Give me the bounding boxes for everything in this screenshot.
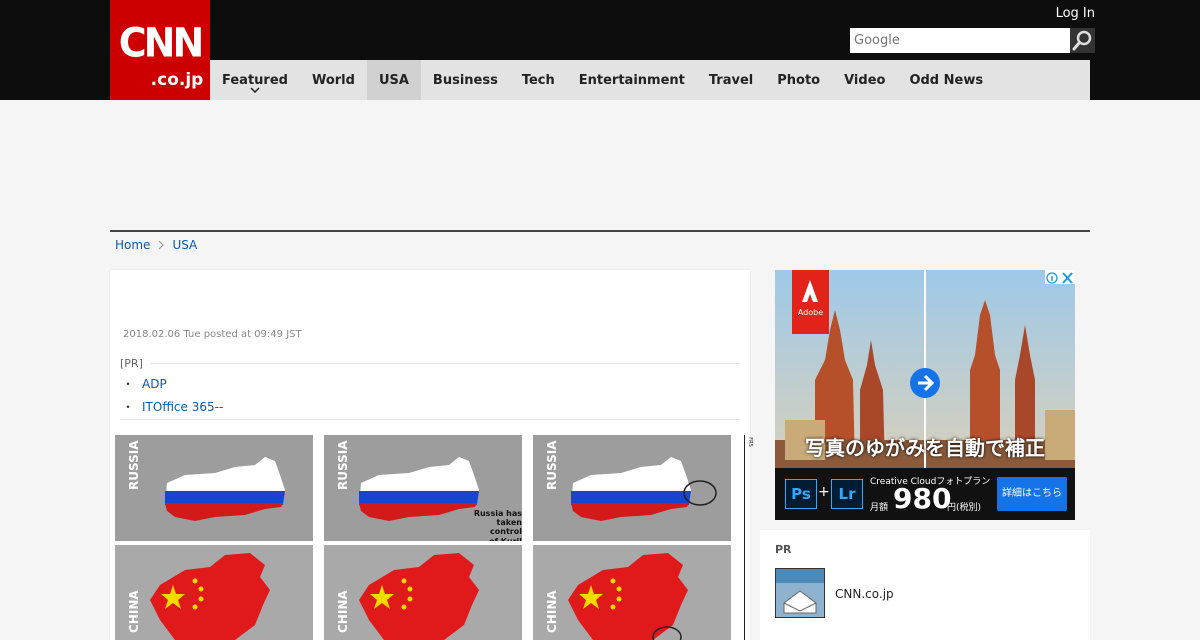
image-tile: CHINA	[115, 545, 313, 640]
adobe-icon	[802, 280, 818, 302]
image-tile: CHINA	[324, 545, 522, 640]
image-caption: Russia hastaken controlof Kuril Islands	[473, 509, 522, 541]
pr-box-heading: PR	[775, 543, 792, 556]
china-flag-map	[115, 545, 313, 640]
post-date: 2018.02.06 Tue posted at 09:49 JST	[123, 329, 302, 340]
breadcrumb-home[interactable]: Home	[115, 238, 150, 252]
pr-link-label: ADP	[142, 377, 167, 391]
ad-headline: 写真のゆがみを自動で補正	[805, 436, 1045, 460]
pr-link-office[interactable]: ・ ITOffice 365--	[122, 398, 223, 415]
tile-label: CHINA	[127, 590, 141, 633]
tile-label: CHINA	[336, 590, 350, 633]
image-tile: RUSSIA	[115, 435, 313, 541]
image-tile: RUSSIA	[533, 435, 731, 541]
china-flag-map	[324, 545, 522, 640]
nav-photo[interactable]: Photo	[765, 60, 832, 100]
top-ad-space	[110, 100, 1090, 230]
main-nav: Featured World USA Business Tech Enterta…	[210, 60, 1090, 100]
image-tile: RUSSIA Russia hastaken controlof Kuril I…	[324, 435, 522, 541]
pr-link-adp[interactable]: ・ ADP	[122, 375, 167, 392]
nav-world[interactable]: World	[300, 60, 367, 100]
article-card: 2018.02.06 Tue posted at 09:49 JST [PR] …	[110, 270, 753, 640]
image-credit-strip: FRS	[744, 435, 753, 640]
nav-usa[interactable]: USA	[366, 60, 421, 100]
lightroom-icon: Lr	[831, 479, 863, 509]
divider	[150, 363, 740, 364]
pr-box-item[interactable]: CNN.co.jp	[835, 587, 894, 601]
pr-thumbnail[interactable]	[775, 568, 825, 618]
section-divider	[110, 230, 1090, 232]
article-image: RUSSIA RUSSIA Russia hastaken controlof …	[115, 435, 735, 640]
nav-odd-news[interactable]: Odd News	[897, 60, 995, 100]
mail-icon	[776, 569, 824, 617]
russia-flag-map	[533, 435, 731, 541]
chevron-down-icon	[250, 87, 260, 93]
russia-flag-map	[115, 435, 313, 541]
chevron-right-icon	[159, 240, 165, 250]
ad-price-prefix: 月額	[870, 503, 889, 513]
adchoices[interactable]	[1045, 270, 1075, 284]
pr-link-label: ITOffice 365--	[142, 400, 224, 414]
nav-featured[interactable]: Featured	[210, 60, 300, 100]
tile-label: CHINA	[545, 590, 559, 633]
nav-travel[interactable]: Travel	[697, 60, 765, 100]
tile-label: RUSSIA	[127, 440, 141, 490]
nav-entertainment[interactable]: Entertainment	[567, 60, 697, 100]
arrow-right-icon	[910, 368, 940, 398]
side-ad-banner[interactable]: Adobe 写真のゆがみを自動で補正 Ps + Lr Creative Clou…	[775, 270, 1075, 520]
ad-price: 980	[893, 482, 952, 515]
login-link[interactable]: Log In	[1056, 6, 1095, 21]
ad-price-suffix: 円(税別)	[947, 503, 982, 513]
adobe-logo: Adobe	[792, 270, 829, 334]
image-tile: CHINA	[533, 545, 731, 640]
top-bar: CNN .co.jp Log In Featured World USA Bus…	[0, 0, 1200, 100]
ad-cta-button[interactable]: 詳細はこちら	[997, 477, 1067, 511]
photoshop-icon: Ps	[785, 479, 817, 509]
cnn-logo[interactable]: CNN .co.jp	[110, 0, 210, 100]
pr-box: PR CNN.co.jp	[760, 530, 1090, 640]
adchoices-icon	[1046, 272, 1073, 284]
nav-tech[interactable]: Tech	[510, 60, 567, 100]
search-button[interactable]	[1070, 28, 1095, 53]
plus-sign: +	[818, 484, 830, 500]
china-flag-map	[533, 545, 731, 640]
image-credit: FRS	[746, 437, 753, 447]
tile-label: RUSSIA	[336, 440, 350, 490]
logo-text: CNN	[118, 19, 205, 67]
tile-label: RUSSIA	[545, 440, 559, 490]
search-icon	[1072, 30, 1092, 51]
breadcrumb-current[interactable]: USA	[172, 238, 197, 252]
logo-subtext: .co.jp	[150, 70, 204, 90]
divider	[120, 419, 740, 420]
breadcrumb: Home USA	[115, 238, 197, 252]
nav-business[interactable]: Business	[421, 60, 510, 100]
nav-video[interactable]: Video	[832, 60, 897, 100]
nav-label: Featured	[222, 72, 288, 88]
pr-label: [PR]	[120, 357, 143, 370]
search-input[interactable]	[850, 28, 1070, 53]
